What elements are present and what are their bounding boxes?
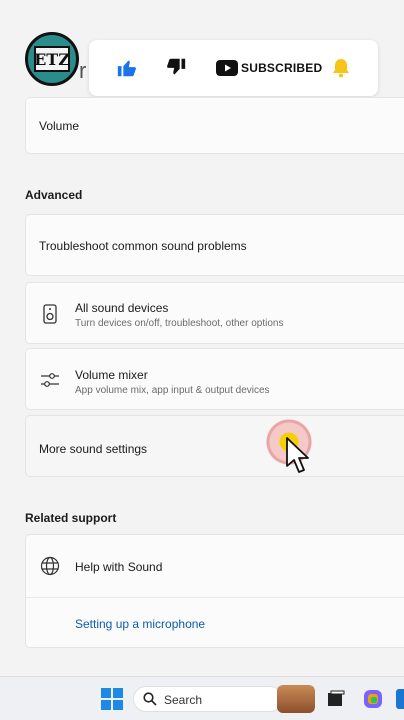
globe-icon [39,555,61,577]
volume-card[interactable]: Volume [25,97,404,154]
logo-text: ETZ [34,46,70,72]
related-support-title: Related support [25,511,117,525]
subscribe-overlay: SUBSCRIBED [89,40,378,96]
mixer-icon [39,369,61,391]
troubleshoot-label: Troubleshoot common sound problems [39,239,247,253]
volume-mixer-title: Volume mixer [75,368,148,382]
troubleshoot-card[interactable]: Troubleshoot common sound problems [25,214,404,276]
taskbar: Search [0,676,404,720]
task-view-icon[interactable] [327,690,345,708]
taskbar-search-label: Search [164,693,203,707]
windows-start-icon[interactable] [101,688,123,710]
more-sound-settings-label: More sound settings [39,442,148,456]
related-support-card: Help with Sound Setting up a microphone [25,534,404,648]
thumbs-down-icon[interactable] [165,56,187,78]
copilot-icon[interactable] [362,688,384,710]
search-highlight-image-icon [277,685,315,713]
help-with-sound-row[interactable]: Help with Sound [26,535,404,598]
youtube-icon [216,60,238,76]
help-with-sound-label: Help with Sound [75,560,163,574]
advanced-section-title: Advanced [25,188,83,202]
speaker-icon [39,303,61,325]
more-sound-settings-card[interactable]: More sound settings [25,415,404,477]
all-sound-devices-subtitle: Turn devices on/off, troubleshoot, other… [75,318,284,329]
mouse-cursor-icon [284,436,310,476]
channel-logo: ETZ [25,32,79,86]
taskbar-search-box[interactable]: Search [133,686,283,712]
setting-up-microphone-link[interactable]: Setting up a microphone [75,617,205,631]
volume-label: Volume [39,119,80,133]
volume-mixer-subtitle: App volume mix, app input & output devic… [75,385,270,396]
page-title-partial: r [79,58,87,83]
thumbs-up-icon[interactable] [116,57,138,79]
all-sound-devices-title: All sound devices [75,301,169,315]
volume-mixer-card[interactable]: Volume mixer App volume mix, app input &… [25,348,404,410]
app-icon[interactable] [396,689,404,709]
subscribed-button[interactable]: SUBSCRIBED [241,61,322,75]
bell-icon[interactable] [332,58,350,78]
search-icon [143,692,157,706]
all-sound-devices-card[interactable]: All sound devices Turn devices on/off, t… [25,282,404,344]
